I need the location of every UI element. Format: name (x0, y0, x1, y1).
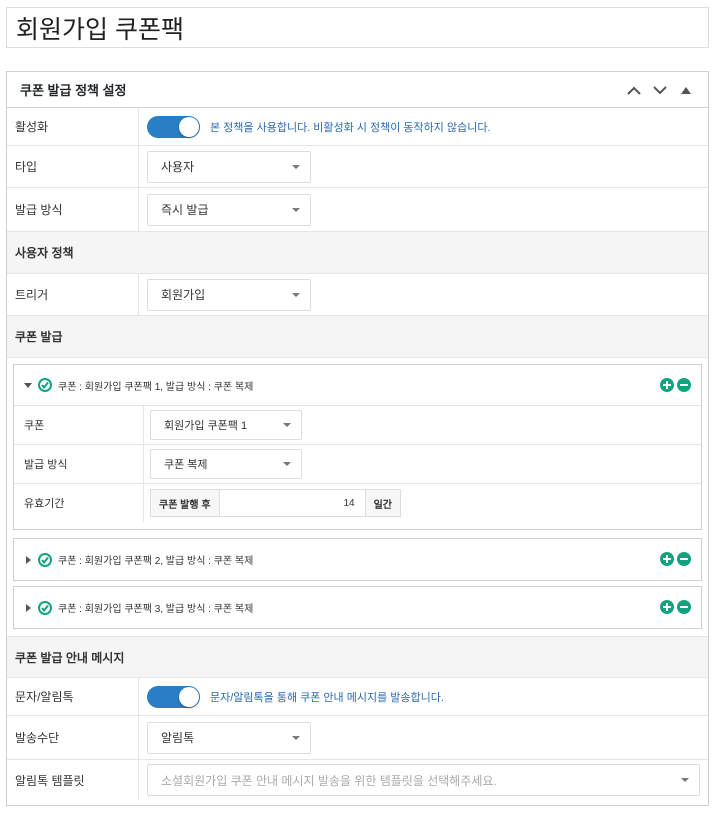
panel-controls (624, 72, 696, 108)
plus-circle-icon[interactable] (660, 378, 674, 392)
sms-toggle[interactable] (147, 685, 200, 708)
coupon-item: 쿠폰 : 회원가입 쿠폰팩 1, 발급 방식 : 쿠폰 복제 쿠폰 회원가입 쿠… (13, 364, 702, 530)
coupon-item-header[interactable]: 쿠폰 : 회원가입 쿠폰팩 2, 발급 방식 : 쿠폰 복제 (14, 539, 701, 580)
coupon-method-label: 발급 방식 (14, 445, 144, 483)
type-select[interactable]: 사용자 (147, 150, 311, 183)
sms-row: 문자/알림톡 문자/알림톡을 통해 쿠폰 안내 메시지를 발송합니다. (7, 678, 708, 716)
caret-right-icon[interactable] (22, 555, 34, 564)
minus-circle-icon[interactable] (677, 378, 691, 392)
channel-value: 알림톡 (161, 731, 195, 745)
issue-method-row: 발급 방식 즉시 발급 (7, 188, 708, 232)
message-section: 쿠폰 발급 안내 메시지 (7, 636, 708, 678)
check-circle-icon (38, 600, 52, 615)
coupon-item: 쿠폰 : 회원가입 쿠폰팩 2, 발급 방식 : 쿠폰 복제 (13, 538, 702, 581)
channel-label: 발송수단 (7, 716, 139, 759)
issue-method-label: 발급 방식 (7, 188, 139, 231)
coupon-item-title: 쿠폰 : 회원가입 쿠폰팩 2, 발급 방식 : 쿠폰 복제 (58, 556, 254, 567)
coupon-method-value: 쿠폰 복제 (164, 459, 208, 471)
minus-circle-icon[interactable] (677, 600, 691, 614)
coupon-method-row: 발급 방식 쿠폰 복제 (14, 445, 701, 484)
triangle-up-icon[interactable] (676, 80, 696, 100)
caret-down-icon (292, 207, 300, 212)
plus-circle-icon[interactable] (660, 552, 674, 566)
coupon-label: 쿠폰 (14, 406, 144, 444)
coupon-row: 쿠폰 회원가입 쿠폰팩 1 (14, 406, 701, 445)
template-select[interactable]: 소셜회원가입 쿠폰 안내 메시지 발송을 위한 템플릿을 선택해주세요. (147, 764, 700, 796)
trigger-label: 트리거 (7, 274, 139, 315)
minus-circle-icon[interactable] (677, 552, 691, 566)
validity-label: 유효기간 (14, 484, 144, 522)
panel-header: 쿠폰 발급 정책 설정 (7, 72, 708, 108)
caret-down-icon (283, 423, 291, 427)
coupon-issue-section: 쿠폰 발급 (7, 316, 708, 358)
issue-method-select[interactable]: 즉시 발급 (147, 193, 311, 226)
page-title-input[interactable]: 회원가입 쿠폰팩 (6, 7, 709, 48)
template-row: 알림톡 템플릿 소셜회원가입 쿠폰 안내 메시지 발송을 위한 템플릿을 선택해… (7, 760, 708, 800)
coupon-items: 쿠폰 : 회원가입 쿠폰팩 1, 발급 방식 : 쿠폰 복제 쿠폰 회원가입 쿠… (7, 358, 708, 636)
sms-label: 문자/알림톡 (7, 678, 139, 715)
sms-hint: 문자/알림톡을 통해 쿠폰 안내 메시지를 발송합니다. (210, 691, 444, 704)
issue-method-value: 즉시 발급 (161, 203, 209, 217)
caret-down-icon (292, 735, 300, 740)
page-title: 회원가입 쿠폰팩 (16, 15, 184, 44)
plus-circle-icon[interactable] (660, 600, 674, 614)
active-row: 활성화 본 정책을 사용합니다. 비활성화 시 정책이 동작하지 않습니다. (7, 108, 708, 146)
coupon-item-header[interactable]: 쿠폰 : 회원가입 쿠폰팩 3, 발급 방식 : 쿠폰 복제 (14, 587, 701, 628)
template-label: 알림톡 템플릿 (7, 760, 139, 800)
active-hint: 본 정책을 사용합니다. 비활성화 시 정책이 동작하지 않습니다. (210, 121, 491, 134)
coupon-policy-panel: 쿠폰 발급 정책 설정 활성화 본 정책을 사용합니다. 비활성화 시 정책이 … (6, 71, 709, 806)
caret-right-icon[interactable] (22, 603, 34, 612)
user-policy-section: 사용자 정책 (7, 232, 708, 274)
chevron-down-icon[interactable] (650, 80, 670, 100)
trigger-row: 트리거 회원가입 (7, 274, 708, 316)
coupon-value: 회원가입 쿠폰팩 1 (164, 420, 248, 432)
panel-title: 쿠폰 발급 정책 설정 (20, 83, 127, 98)
caret-down-icon (292, 292, 300, 297)
validity-row: 유효기간 쿠폰 발행 후 14 일간 (14, 484, 701, 522)
check-circle-icon (38, 378, 52, 392)
active-label: 활성화 (7, 108, 139, 145)
caret-down-icon[interactable] (22, 382, 34, 388)
channel-row: 발송수단 알림톡 (7, 716, 708, 760)
coupon-item-title: 쿠폰 : 회원가입 쿠폰팩 3, 발급 방식 : 쿠폰 복제 (58, 604, 254, 615)
type-label: 타입 (7, 146, 139, 187)
chevron-up-icon[interactable] (624, 80, 644, 100)
validity-prefix: 쿠폰 발행 후 (151, 490, 220, 516)
coupon-method-select[interactable]: 쿠폰 복제 (150, 449, 302, 479)
template-placeholder: 소셜회원가입 쿠폰 안내 메시지 발송을 위한 템플릿을 선택해주세요. (161, 773, 497, 788)
type-row: 타입 사용자 (7, 146, 708, 188)
validity-input-group: 쿠폰 발행 후 14 일간 (150, 489, 401, 517)
caret-down-icon (681, 778, 689, 782)
coupon-select[interactable]: 회원가입 쿠폰팩 1 (150, 410, 302, 440)
trigger-select[interactable]: 회원가입 (147, 278, 311, 311)
coupon-item-title: 쿠폰 : 회원가입 쿠폰팩 1, 발급 방식 : 쿠폰 복제 (58, 381, 254, 393)
caret-down-icon (292, 164, 300, 169)
channel-select[interactable]: 알림톡 (147, 721, 311, 754)
coupon-item: 쿠폰 : 회원가입 쿠폰팩 3, 발급 방식 : 쿠폰 복제 (13, 586, 702, 629)
validity-input[interactable]: 14 (220, 490, 365, 516)
trigger-value: 회원가입 (161, 288, 206, 302)
type-select-value: 사용자 (161, 160, 195, 174)
active-toggle[interactable] (147, 115, 200, 138)
caret-down-icon (283, 462, 291, 466)
coupon-item-header[interactable]: 쿠폰 : 회원가입 쿠폰팩 1, 발급 방식 : 쿠폰 복제 (14, 365, 701, 406)
validity-suffix: 일간 (364, 490, 400, 516)
check-circle-icon (38, 552, 52, 567)
